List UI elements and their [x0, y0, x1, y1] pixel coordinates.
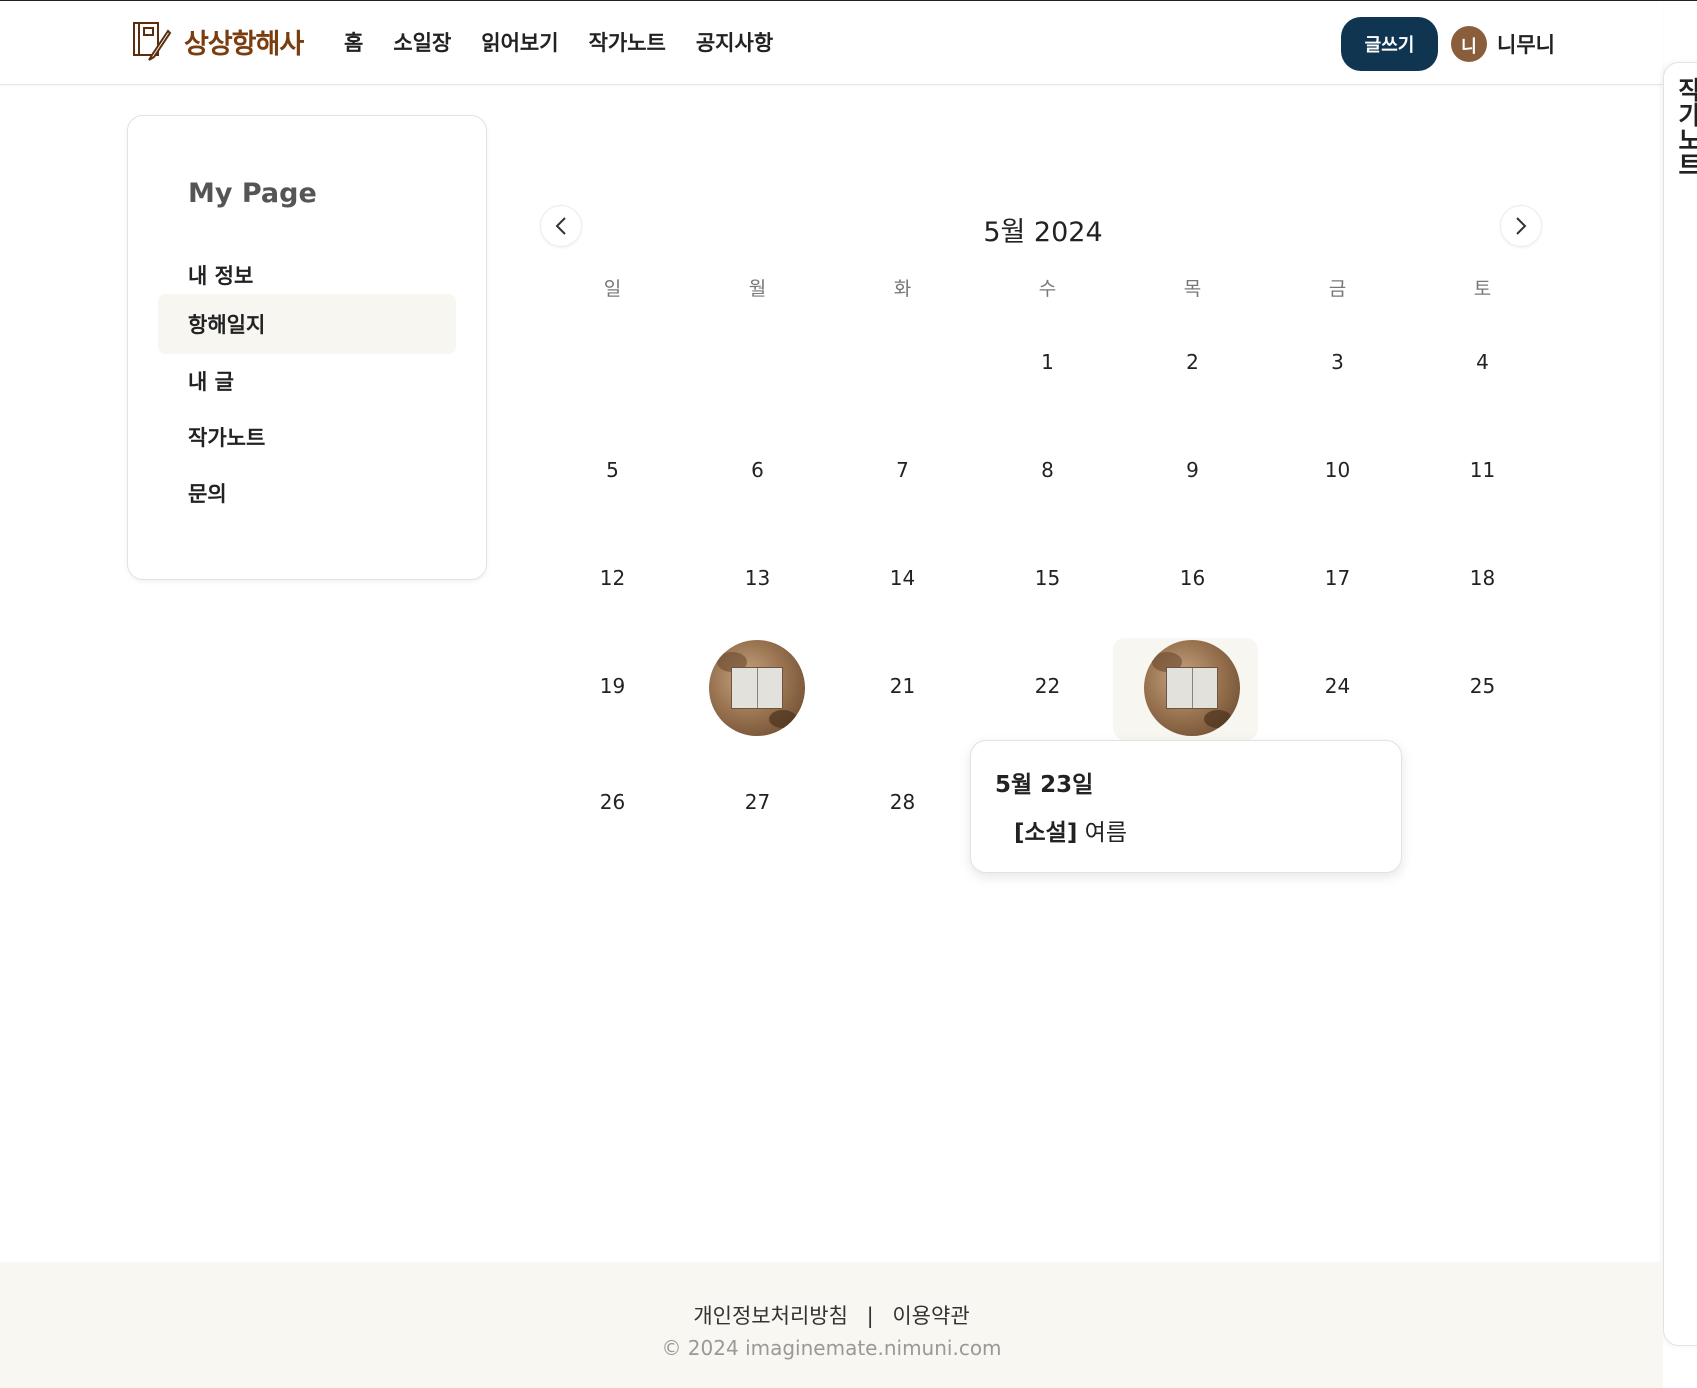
nav-soiljang[interactable]: 소일장	[393, 27, 451, 57]
notebook-pen-icon	[133, 22, 172, 61]
calendar-day[interactable]: 27	[685, 790, 830, 814]
chevron-right-icon	[1516, 217, 1527, 235]
calendar-day[interactable]: 22	[975, 674, 1120, 698]
write-button[interactable]: 글쓰기	[1341, 17, 1438, 71]
weekday-label: 월	[748, 278, 767, 300]
sidebar-item-my-posts[interactable]: 내 글	[158, 351, 456, 411]
calendar-day[interactable]: 8	[975, 458, 1120, 482]
sidebar-title: My Page	[188, 178, 317, 209]
next-month-button[interactable]	[1500, 205, 1542, 247]
calendar-day[interactable]: 15	[975, 566, 1120, 590]
calendar-day[interactable]: 1	[975, 350, 1120, 374]
nav-notice[interactable]: 공지사항	[696, 27, 773, 57]
weekday-label: 금	[1328, 278, 1347, 300]
calendar-day[interactable]: 12	[540, 566, 685, 590]
logo[interactable]: 상상항해사	[130, 19, 304, 63]
top-header: 상상항해사 홈 소일장 읽어보기 작가노트 공지사항 글쓰기 니 니무니	[0, 1, 1663, 85]
chevron-left-icon	[555, 217, 566, 235]
mypage-sidebar: My Page 내 정보 항해일지 내 글 작가노트 문의	[127, 115, 487, 580]
nav-read[interactable]: 읽어보기	[481, 27, 558, 57]
popover-title: 여름	[1084, 820, 1127, 846]
calendar-day[interactable]: 14	[830, 566, 975, 590]
popover-category: [소설]	[1014, 820, 1078, 846]
popover-entry[interactable]: [소설] 여름	[1014, 813, 1127, 847]
calendar-day[interactable]: 24	[1265, 674, 1410, 698]
calendar-day[interactable]: 6	[685, 458, 830, 482]
weekday-label: 일	[603, 278, 622, 300]
calendar-day[interactable]: 16	[1120, 566, 1265, 590]
calendar-day[interactable]: 17	[1265, 566, 1410, 590]
footer: 개인정보처리방침 | 이용약관 © 2024 imaginemate.nimun…	[0, 1262, 1663, 1388]
copyright: © 2024 imaginemate.nimuni.com	[661, 1336, 1002, 1360]
calendar-header: 5월 2024	[540, 205, 1546, 249]
footer-separator: |	[866, 1304, 874, 1328]
weekday-label: 목	[1183, 278, 1202, 300]
side-tab-label: 작가노트	[1674, 77, 1697, 177]
sidebar-item-writer-note[interactable]: 작가노트	[158, 407, 456, 467]
calendar-day[interactable]: 9	[1120, 458, 1265, 482]
calendar-day[interactable]: 21	[830, 674, 975, 698]
calendar-day[interactable]: 28	[830, 790, 975, 814]
weekday-label: 토	[1473, 278, 1492, 300]
writer-note-side-tab[interactable]: 작가노트	[1663, 62, 1697, 1346]
footer-links: 개인정보처리방침 | 이용약관	[0, 1300, 1663, 1330]
privacy-link[interactable]: 개인정보처리방침	[693, 1304, 848, 1328]
username[interactable]: 니무니	[1497, 29, 1555, 59]
calendar-day[interactable]: 4	[1410, 350, 1555, 374]
calendar-day[interactable]: 19	[540, 674, 685, 698]
day-entry-thumbnail[interactable]	[1144, 640, 1240, 736]
nav-writer-note[interactable]: 작가노트	[589, 27, 666, 57]
main-nav: 홈 소일장 읽어보기 작가노트 공지사항	[344, 27, 803, 57]
calendar-title: 5월 2024	[983, 217, 1103, 248]
terms-link[interactable]: 이용약관	[892, 1304, 969, 1328]
day-entry-thumbnail[interactable]	[709, 640, 805, 736]
calendar-day[interactable]: 13	[685, 566, 830, 590]
calendar-day[interactable]: 7	[830, 458, 975, 482]
popover-date: 5월 23일	[995, 772, 1094, 798]
calendar-day[interactable]: 18	[1410, 566, 1555, 590]
calendar-day[interactable]: 3	[1265, 350, 1410, 374]
nav-home[interactable]: 홈	[344, 27, 363, 57]
brand-name: 상상항해사	[184, 28, 304, 60]
calendar-day[interactable]: 10	[1265, 458, 1410, 482]
calendar-day[interactable]: 5	[540, 458, 685, 482]
entry-popover: 5월 23일 [소설] 여름	[970, 740, 1402, 873]
weekday-label: 화	[893, 278, 912, 300]
calendar-day[interactable]: 26	[540, 790, 685, 814]
sidebar-item-logbook[interactable]: 항해일지	[158, 294, 456, 354]
calendar-day[interactable]: 2	[1120, 350, 1265, 374]
prev-month-button[interactable]	[540, 205, 582, 247]
sidebar-item-inquiry[interactable]: 문의	[158, 463, 456, 523]
calendar-day[interactable]: 25	[1410, 674, 1555, 698]
calendar-day[interactable]: 11	[1410, 458, 1555, 482]
weekday-label: 수	[1038, 278, 1057, 300]
avatar[interactable]: 니	[1451, 26, 1487, 62]
